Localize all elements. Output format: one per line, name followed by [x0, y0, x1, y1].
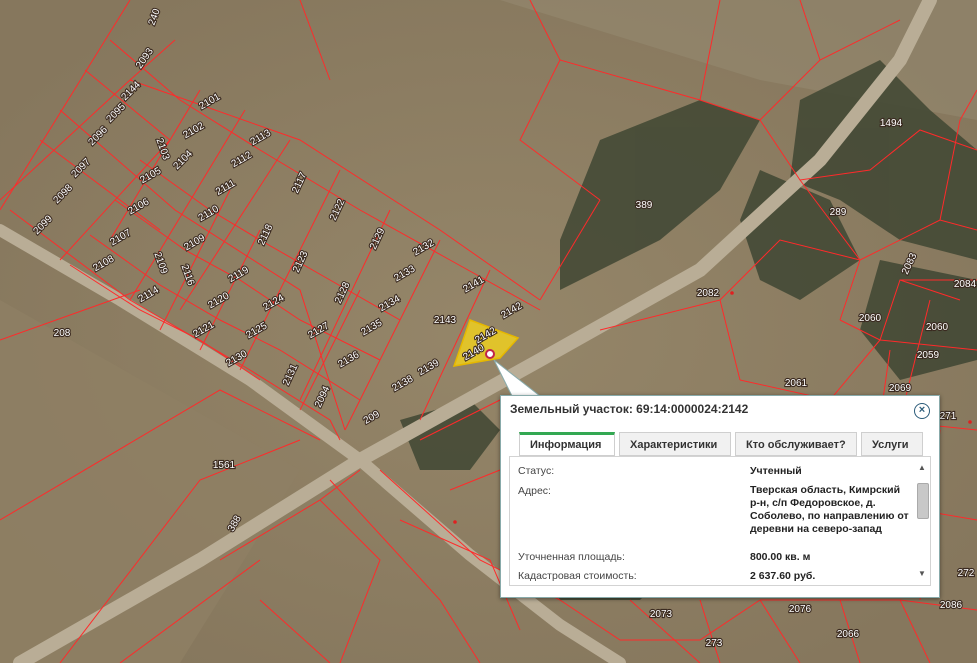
- scroll-thumb[interactable]: [917, 483, 929, 519]
- tab-who-serves[interactable]: Кто обслуживает?: [735, 432, 857, 456]
- field-value-cost: 2 637.60 руб.: [750, 570, 816, 582]
- plot-number-label: 2060: [926, 322, 949, 333]
- field-value-address: Тверская область, Кимрский р-н, с/п Федо…: [750, 484, 909, 535]
- tab-services[interactable]: Услуги: [861, 432, 923, 456]
- field-label-address: Адрес:: [518, 485, 551, 497]
- plot-number-label: 1561: [213, 460, 236, 471]
- field-label-area: Уточненная площадь:: [518, 551, 625, 563]
- plot-number-label: 2059: [917, 350, 940, 361]
- plot-number-label: 2066: [837, 629, 860, 640]
- plot-number-label: 2069: [889, 383, 912, 394]
- plot-number-label: 208: [54, 328, 71, 339]
- plot-number-label: 271: [940, 411, 957, 422]
- plot-number-label: 272: [958, 568, 975, 579]
- plot-number-label: 2084: [954, 279, 977, 290]
- plot-number-label: 2082: [697, 288, 720, 299]
- parcel-info-popup: Земельный участок: 69:14:0000024:2142 × …: [500, 395, 940, 598]
- plot-number-label: 273: [706, 638, 723, 649]
- popup-tabs: Информация Характеристики Кто обслуживае…: [519, 432, 929, 456]
- plot-number-label: 2073: [650, 609, 673, 620]
- scroll-down-icon[interactable]: ▼: [916, 569, 928, 579]
- field-label-cost: Кадастровая стоимость:: [518, 570, 637, 582]
- plot-number-label: 2086: [940, 600, 963, 611]
- plot-number-label: 389: [636, 200, 653, 211]
- close-icon[interactable]: ×: [914, 403, 930, 419]
- plot-number-label: 2061: [785, 378, 808, 389]
- tab-information[interactable]: Информация: [519, 432, 615, 456]
- plot-number-label: 1494: [880, 118, 903, 129]
- plot-number-label: 2143: [434, 315, 457, 326]
- plot-number-label: 2076: [789, 604, 812, 615]
- popup-title: Земельный участок: 69:14:0000024:2142: [510, 402, 749, 416]
- field-value-area: 800.00 кв. м: [750, 551, 811, 563]
- tab-characteristics[interactable]: Характеристики: [619, 432, 731, 456]
- info-panel: Статус: Учтенный Адрес: Тверская область…: [509, 456, 931, 586]
- plot-number-label: 2060: [859, 313, 882, 324]
- scroll-up-icon[interactable]: ▲: [916, 463, 928, 473]
- selected-parcel-marker-icon[interactable]: [485, 349, 495, 359]
- field-value-status: Учтенный: [750, 465, 802, 477]
- info-scrollbar[interactable]: ▲ ▼: [916, 463, 929, 579]
- field-label-status: Статус:: [518, 465, 555, 477]
- plot-number-label: 289: [830, 207, 847, 218]
